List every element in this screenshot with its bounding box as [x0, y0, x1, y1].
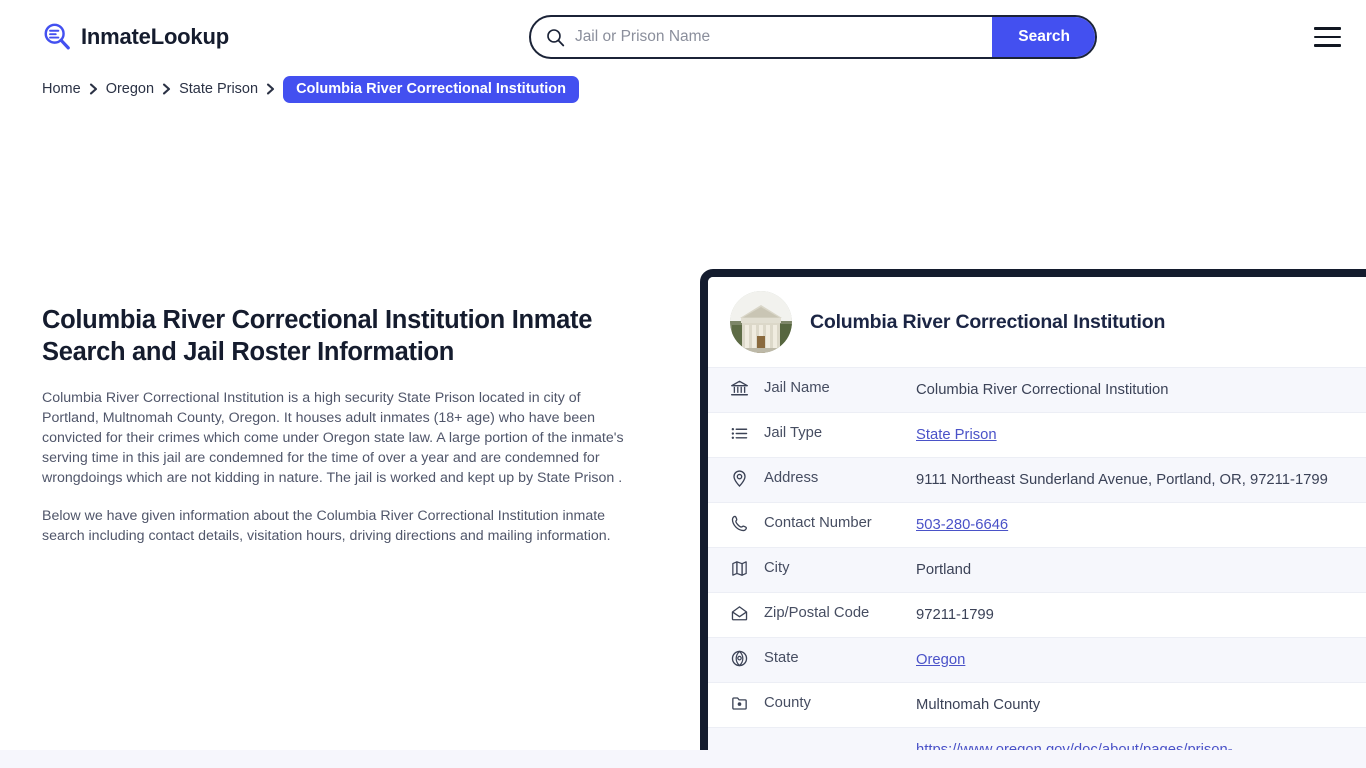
hamburger-bar [1314, 27, 1341, 30]
site-header: InmateLookup Search [0, 0, 1366, 74]
article-paragraph-2: Below we have given information about th… [42, 507, 611, 544]
row-value: Multnomah County [916, 697, 1041, 713]
prison-building-photo [730, 291, 792, 353]
row-value: 9111 Northeast Sunderland Avenue, Portla… [916, 472, 1328, 488]
row-value-link[interactable]: State Prison [916, 423, 1366, 447]
map-pin-icon [733, 470, 746, 487]
list-icon [731, 428, 748, 439]
row-value: Portland [916, 562, 972, 578]
facility-details-table: Jail Name Columbia River Correctional In… [708, 367, 1366, 768]
row-label: City [764, 560, 790, 576]
table-row-jail-type: Jail Type State Prison [708, 412, 1366, 457]
table-row-contact-number: Contact Number 503-280-6646 [708, 502, 1366, 547]
search-input[interactable] [574, 28, 993, 46]
search-icon [547, 28, 565, 46]
county-icon [732, 697, 747, 710]
hamburger-menu-icon[interactable] [1314, 24, 1344, 50]
table-row-state: State Oregon [708, 637, 1366, 682]
map-icon [732, 561, 747, 576]
brand-name: InmateLookup [81, 24, 229, 49]
table-row-city: City Portland [708, 547, 1366, 592]
row-label: Address [764, 470, 819, 486]
row-label: State [764, 650, 799, 666]
card-title: Columbia River Correctional Institution [810, 310, 1166, 333]
globe-pin-icon [731, 650, 748, 667]
chevron-right-icon [89, 83, 97, 95]
page-title: Columbia River Correctional Institution … [42, 306, 593, 367]
row-label: Zip/Postal Code [764, 605, 870, 621]
search-list-logo-icon [44, 23, 70, 50]
article-column: Columbia River Correctional Institution … [42, 304, 642, 564]
chevron-right-icon [163, 83, 171, 95]
main-content: Columbia River Correctional Institution … [0, 104, 1366, 768]
table-row-zip-code: Zip/Postal Code 97211-1799 [708, 592, 1366, 637]
row-label: Contact Number [764, 515, 872, 531]
breadcrumb-item-state-prison[interactable]: State Prison [179, 81, 258, 97]
table-row-address: Address 9111 Northeast Sunderland Avenue… [708, 457, 1366, 502]
search-field[interactable] [531, 17, 993, 57]
table-row-jail-name: Jail Name Columbia River Correctional In… [708, 367, 1366, 412]
chevron-right-icon [267, 83, 275, 95]
table-row-county: County Multnomah County [708, 682, 1366, 727]
row-label: Jail Type [764, 425, 823, 441]
breadcrumb: Home Oregon State Prison Columbia River … [0, 74, 1366, 104]
row-label: County [764, 695, 811, 711]
hamburger-bar [1314, 35, 1341, 39]
breadcrumb-item-home[interactable]: Home [42, 81, 81, 97]
breadcrumb-current: Columbia River Correctional Institution [283, 75, 579, 103]
search-bar[interactable]: Search [528, 15, 1097, 59]
page-bottom-band [0, 750, 1366, 768]
row-value: Columbia River Correctional Institution [916, 382, 1169, 398]
brand-logo[interactable]: InmateLookup [42, 22, 229, 52]
row-value: 97211-1799 [916, 607, 994, 623]
row-label: Jail Name [764, 380, 830, 396]
card-header: Columbia River Correctional Institution [708, 277, 1366, 367]
search-button[interactable]: Search [992, 17, 1095, 57]
hamburger-bar [1314, 44, 1341, 47]
bank-icon [730, 380, 749, 396]
facility-info-card: Columbia River Correctional Institution … [700, 269, 1366, 768]
row-value-link[interactable]: Oregon [916, 648, 1366, 672]
row-value-link[interactable]: 503-280-6646 [916, 513, 1366, 537]
article-paragraph-1: Columbia River Correctional Institution … [42, 389, 624, 486]
envelope-icon [731, 606, 748, 621]
phone-icon [731, 515, 748, 532]
breadcrumb-item-oregon[interactable]: Oregon [106, 81, 154, 97]
